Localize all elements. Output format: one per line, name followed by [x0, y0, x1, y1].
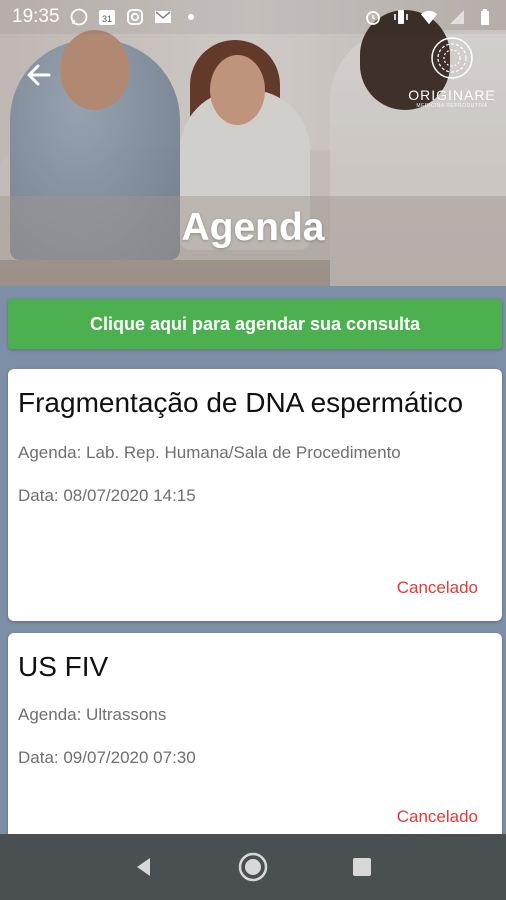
instagram-icon — [126, 8, 144, 26]
circle-home-icon — [238, 852, 268, 882]
appointment-agenda: Agenda: Lab. Rep. Humana/Sala de Procedi… — [18, 443, 401, 462]
appointment-card[interactable]: US FIV Agenda: Ultrassons Data: 09/07/20… — [8, 633, 502, 834]
appointment-card[interactable]: Fragmentação de DNA espermático Agenda: … — [8, 369, 502, 621]
status-bar: 19:35 31 — [0, 0, 506, 34]
appointment-agenda: Agenda: Ultrassons — [18, 705, 167, 724]
signal-icon — [448, 8, 466, 26]
arrow-left-icon — [27, 64, 51, 86]
triangle-back-icon — [137, 858, 151, 876]
gmail-icon — [154, 8, 172, 26]
logo-mark-icon — [431, 37, 473, 79]
status-time: 19:35 — [12, 6, 60, 27]
whatsapp-icon — [70, 8, 88, 26]
nav-recents-button[interactable] — [345, 850, 379, 884]
schedule-appointment-button[interactable]: Clique aqui para agendar sua consulta — [8, 299, 502, 349]
logo-name: ORIGINARE — [408, 87, 496, 103]
appointment-date: Data: 08/07/2020 14:15 — [18, 486, 196, 505]
calendar-day: 31 — [102, 14, 112, 24]
battery-icon — [476, 8, 494, 26]
appointment-status: Cancelado — [396, 807, 478, 826]
square-recents-icon — [352, 858, 371, 876]
appointment-title: US FIV — [18, 651, 109, 682]
logo-subtitle: MEDICINA REPRODUTIVA — [416, 103, 488, 109]
appointment-date: Data: 09/07/2020 07:30 — [18, 748, 196, 767]
page-title: Agenda — [181, 206, 325, 249]
appointment-title: Fragmentação de DNA espermático — [18, 387, 464, 418]
back-button[interactable] — [22, 58, 56, 92]
appointment-status: Cancelado — [396, 578, 478, 597]
originare-logo: ORIGINARE MEDICINA REPRODUTIVA — [404, 36, 500, 116]
vibrate-icon — [392, 8, 410, 26]
system-nav-bar — [0, 834, 506, 900]
appointments-list[interactable]: Clique aqui para agendar sua consulta Fr… — [0, 286, 506, 834]
alarm-icon — [364, 8, 382, 26]
nav-home-button[interactable] — [236, 850, 270, 884]
wifi-icon — [420, 8, 438, 26]
nav-back-button[interactable] — [127, 850, 161, 884]
dot-icon — [182, 8, 200, 26]
calendar-icon: 31 — [98, 8, 116, 26]
